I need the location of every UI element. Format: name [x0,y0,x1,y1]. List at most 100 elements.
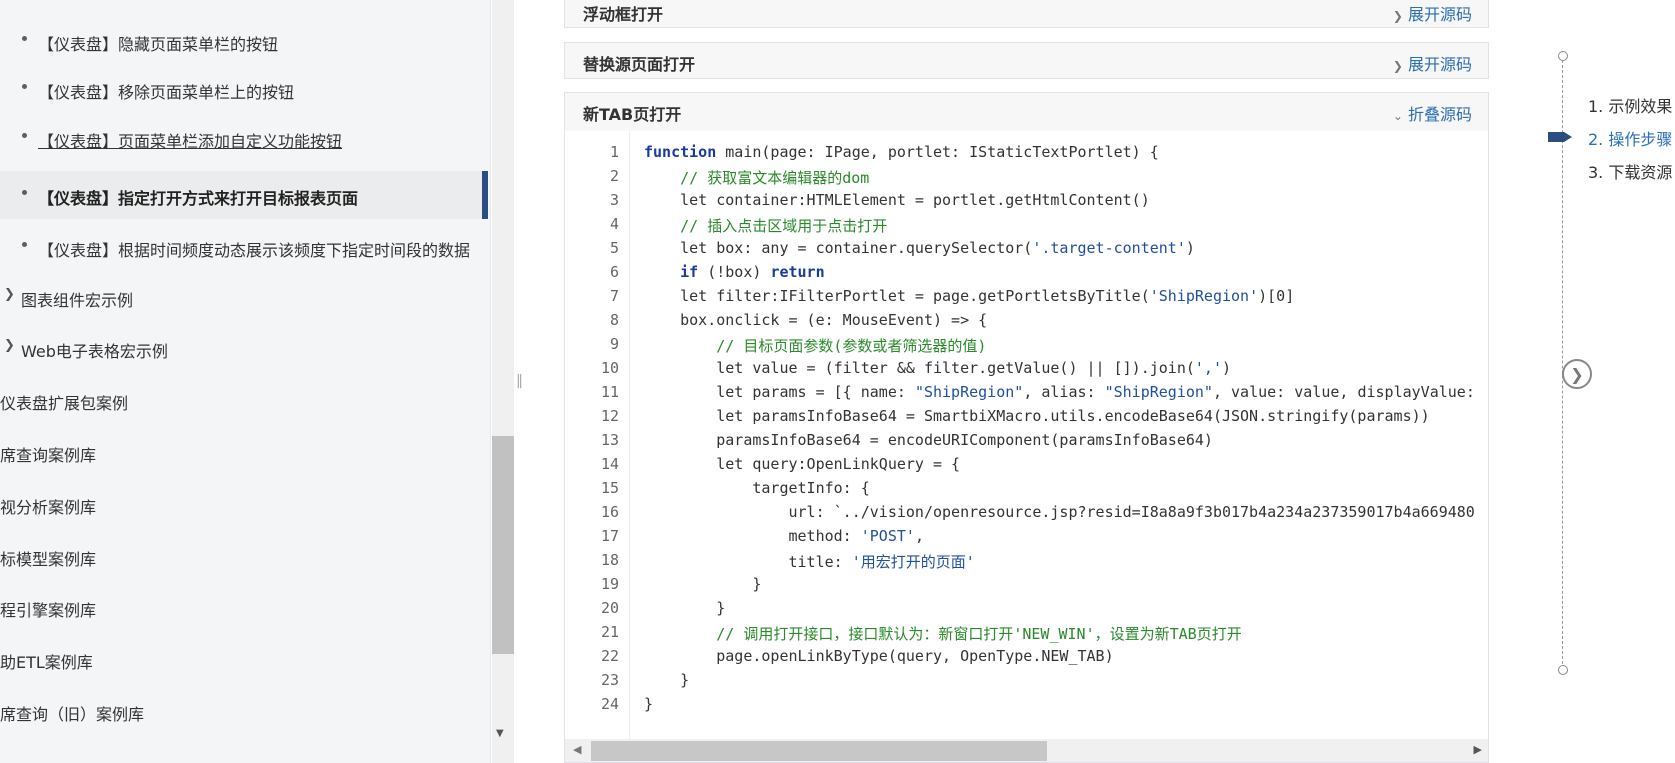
bullet-icon [22,190,27,195]
sidebar-item-open-target-page[interactable]: 【仪表盘】指定打开方式来打开目标报表页面 [0,171,488,219]
line-number: 13 [600,431,619,449]
code-token: '.target-content' [1032,239,1186,257]
outline-end-dot-icon [1558,665,1568,675]
line-number: 16 [600,503,619,521]
code-text: let params = [{ name: "ShipRegion", alia… [644,383,1475,401]
code-token: url: `../vision/openresource.jsp?resid=I… [644,503,1475,521]
code-token: if [680,263,699,281]
code-text: url: `../vision/openresource.jsp?resid=I… [644,503,1475,521]
sidebar-group-web-spreadsheet-macros[interactable]: ❯ Web电子表格宏示例 [0,324,490,372]
sidebar-item-remove-menu-buttons[interactable]: 【仪表盘】移除页面菜单栏上的按钮 [0,65,490,113]
sidebar-nav: 【仪表盘】隐藏页面菜单栏的按钮 【仪表盘】移除页面菜单栏上的按钮 【仪表盘】页面… [0,0,491,763]
panel-title: 替换源页面打开 [583,55,696,74]
code-token: let value = (filter && filter.getValue()… [644,359,1195,377]
code-token: ',' [1194,359,1222,377]
outline-item-download[interactable]: 3. 下载资源 [1588,159,1672,183]
code-token: method: [644,527,861,545]
code-text: let value = (filter && filter.getValue()… [644,359,1231,377]
code-token: '用宏打开的页面' [851,553,975,571]
code-text: let paramsInfoBase64 = SmartbiXMacro.uti… [644,407,1430,425]
circle-chevron-right-icon[interactable]: ❯ [1562,359,1592,389]
line-number: 5 [609,239,619,257]
line-number: 7 [609,287,619,305]
code-text: } [644,575,761,593]
line-number: 15 [600,479,619,497]
sidebar-category-dashboard-extension[interactable]: 仪表盘扩展包案例 [0,376,490,424]
scroll-right-arrow-icon[interactable]: ▶ [1474,743,1482,756]
line-number: 22 [600,647,619,665]
outline-item-example-effect[interactable]: 1. 示例效果 [1588,93,1672,117]
sidebar-category-label: 程引擎案例库 [0,601,97,620]
code-text: // 目标页面参数(参数或者筛选器的值) [644,335,986,356]
expand-source-button[interactable]: ❯ 展开源码 [1393,51,1472,75]
code-token: function [644,143,717,161]
code-token: let paramsInfoBase64 = SmartbiXMacro.uti… [644,407,1430,425]
sidebar-category-label: 仪表盘扩展包案例 [0,394,129,413]
code-block: 1 function main(page: IPage, portlet: ISt… [564,131,1489,763]
code-token: } [644,695,654,713]
code-text: page.openLinkByType(query, OpenType.NEW_… [644,647,1114,665]
code-text: function main(page: IPage, portlet: ISta… [644,143,1159,161]
sidebar-category-process-engine[interactable]: 程引擎案例库 [0,583,490,631]
line-number: 20 [600,599,619,617]
sidebar-category-label: 席查询（旧）案例库 [0,705,145,724]
chevron-down-icon: ⌄ [1392,109,1403,123]
code-token: paramsInfoBase64 = encodeURIComponent(pa… [644,431,1213,449]
scroll-left-arrow-icon[interactable]: ◀ [573,743,581,756]
panel-title: 新TAB页打开 [583,105,682,124]
chevron-right-icon: ❯ [4,287,15,302]
code-text: } [644,671,689,689]
code-token: , value: value, displayValue: [1212,383,1475,401]
sidebar-group-label: 图表组件宏示例 [21,291,134,310]
sidebar-item-label: 【仪表盘】指定打开方式来打开目标报表页面 [38,189,359,208]
sidebar-category-metric-model[interactable]: 标模型案例库 [0,532,490,580]
code-token: return [770,263,825,281]
line-number: 19 [600,575,619,593]
sidebar-item-hide-menu-buttons[interactable]: 【仪表盘】隐藏页面菜单栏的按钮 [0,17,490,65]
code-token: } [644,575,762,593]
code-token: (!box) [698,263,771,281]
code-token: 'POST' [860,527,915,545]
sidebar-item-add-custom-button[interactable]: 【仪表盘】页面菜单栏添加自定义功能按钮 [0,114,490,162]
line-number: 12 [600,407,619,425]
sidebar-category-query[interactable]: 席查询案例库 [0,428,490,476]
collapse-source-button[interactable]: ⌄ 折叠源码 [1393,101,1472,125]
chevron-right-icon: ❯ [4,338,15,353]
code-horizontal-scrollbar[interactable]: ◀ ▶ [565,739,1488,762]
bullet-icon [22,84,27,89]
sidebar-scrollbar-thumb[interactable] [492,436,514,654]
code-token: page.openLinkByType(query, OpenType.NEW_… [644,647,1114,665]
line-number: 10 [600,359,619,377]
code-scrollbar-thumb[interactable] [591,741,1047,761]
sidebar-category-label: 标模型案例库 [0,550,97,569]
panel-floating-box-open: 浮动框打开 ❯ 展开源码 [564,0,1489,28]
sidebar-category-label: 视分析案例库 [0,498,97,517]
sidebar-group-chart-macros[interactable]: ❯ 图表组件宏示例 [0,273,490,321]
line-number: 3 [609,191,619,209]
code-token: let box: any = container.querySelector( [644,239,1033,257]
expand-source-button[interactable]: ❯ 展开源码 [1393,1,1472,25]
sidebar-category-query-legacy[interactable]: 席查询（旧）案例库 [0,687,490,735]
code-text: let query:OpenLinkQuery = { [644,455,960,473]
line-number: 23 [600,671,619,689]
sidebar-item-label: 【仪表盘】移除页面菜单栏上的按钮 [38,83,295,102]
code-token: // 插入点击区域用于点击打开 [680,217,888,235]
panel-title: 浮动框打开 [583,5,664,24]
outline-item-steps[interactable]: 2. 操作步骤 [1588,126,1672,150]
code-text: } [644,695,653,713]
sidebar-category-etl[interactable]: 助ETL案例库 [0,635,490,683]
code-token: ) [1185,239,1195,257]
line-number: 24 [600,695,619,713]
code-token: } [644,671,690,689]
sidebar-item-time-frequency-data[interactable]: 【仪表盘】根据时间频度动态展示该频度下指定时间段的数据 [0,223,490,271]
sidebar-category-visual-analysis[interactable]: 视分析案例库 [0,480,490,528]
code-text: if (!box) return [644,263,825,281]
resize-handle-icon[interactable]: ‖ [516,373,523,389]
code-token: title: [644,553,852,571]
line-number: 2 [609,167,619,185]
code-token: box.onclick = (e: MouseEvent) => { [644,311,988,329]
bullet-icon [22,36,27,41]
scroll-down-arrow-icon[interactable]: ▼ [496,728,504,739]
